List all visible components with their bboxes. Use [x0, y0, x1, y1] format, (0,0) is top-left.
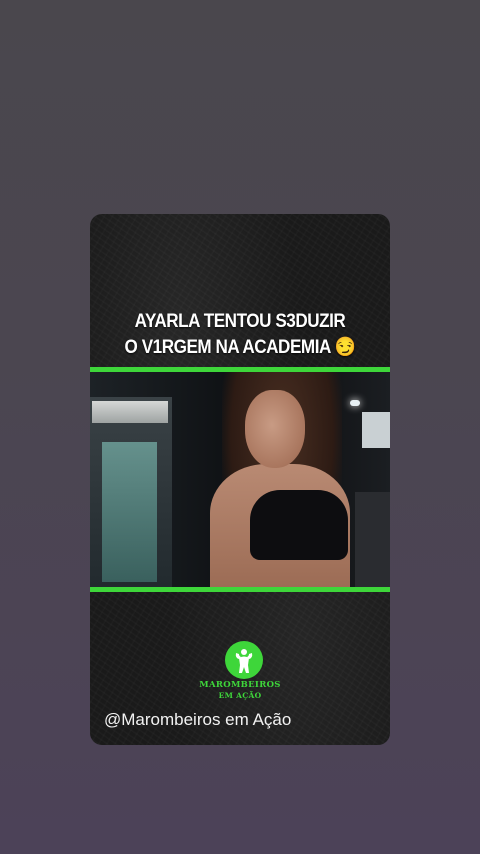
logo-text-marombeiros: MAROMBEIROS: [199, 680, 281, 690]
video-person-top: [250, 490, 348, 560]
video-background-glass: [102, 442, 157, 582]
account-handle: @Marombeiros em Ação: [104, 710, 292, 729]
bodybuilder-figure: [235, 649, 253, 673]
story-card[interactable]: AYARLA TENTOU S3DUZIR O V1RGEM NA ACADEM…: [90, 214, 390, 745]
bodybuilder-icon: [225, 641, 263, 679]
green-divider-bottom: [90, 587, 390, 592]
video-background-panel: [362, 412, 390, 448]
logo-text-em-acao: EM AÇÃO: [218, 691, 262, 700]
headline-line-1: AYARLA TENTOU S3DUZIR: [134, 311, 346, 332]
headline-line-2: O V1RGEM NA ACADEMIA 😏: [124, 337, 356, 358]
video-background-sign: [92, 401, 168, 423]
video-background-machine: [355, 492, 390, 587]
video-frame[interactable]: [90, 372, 390, 587]
video-person-face: [245, 390, 305, 468]
video-background-light: [350, 400, 360, 406]
